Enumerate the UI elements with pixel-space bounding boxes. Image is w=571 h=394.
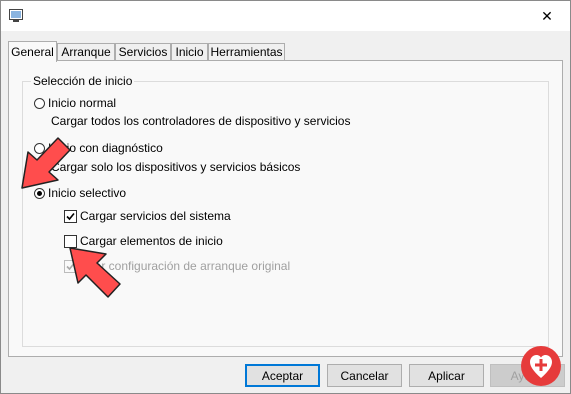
tab-herramientas[interactable]: Herramientas	[208, 43, 285, 60]
close-icon: ✕	[541, 7, 553, 24]
tab-inicio[interactable]: Inicio	[171, 43, 208, 60]
general-tab-panel: Selección de inicio Inicio normal Cargar…	[8, 60, 563, 357]
checkbox-load-system-services[interactable]: Cargar servicios del sistema	[64, 209, 231, 223]
tab-servicios[interactable]: Servicios	[115, 43, 171, 60]
normal-startup-description: Cargar todos los controladores de dispos…	[51, 114, 351, 128]
site-logo-icon	[521, 346, 561, 386]
title-bar: ✕	[1, 1, 570, 31]
system-configuration-window: ✕ General Arranque Servicios Inicio Herr…	[0, 0, 571, 394]
tab-arranque[interactable]: Arranque	[57, 43, 115, 60]
checkmark-icon	[66, 212, 75, 220]
checkbox[interactable]	[64, 209, 77, 223]
annotation-arrow-icon	[69, 247, 121, 298]
annotation-arrow-icon	[21, 137, 71, 189]
system-config-icon	[9, 9, 23, 22]
tab-general[interactable]: General	[8, 41, 57, 62]
radio-normal-startup[interactable]: Inicio normal	[34, 96, 116, 110]
ok-button[interactable]: Aceptar	[245, 364, 320, 387]
apply-button[interactable]: Aplicar	[409, 364, 484, 387]
cancel-button[interactable]: Cancelar	[327, 364, 402, 387]
diagnostic-startup-description: Cargar solo los dispositivos y servicios…	[51, 160, 301, 174]
group-label: Selección de inicio	[31, 74, 135, 88]
close-button[interactable]: ✕	[524, 1, 570, 31]
radio-button[interactable]	[34, 97, 45, 109]
